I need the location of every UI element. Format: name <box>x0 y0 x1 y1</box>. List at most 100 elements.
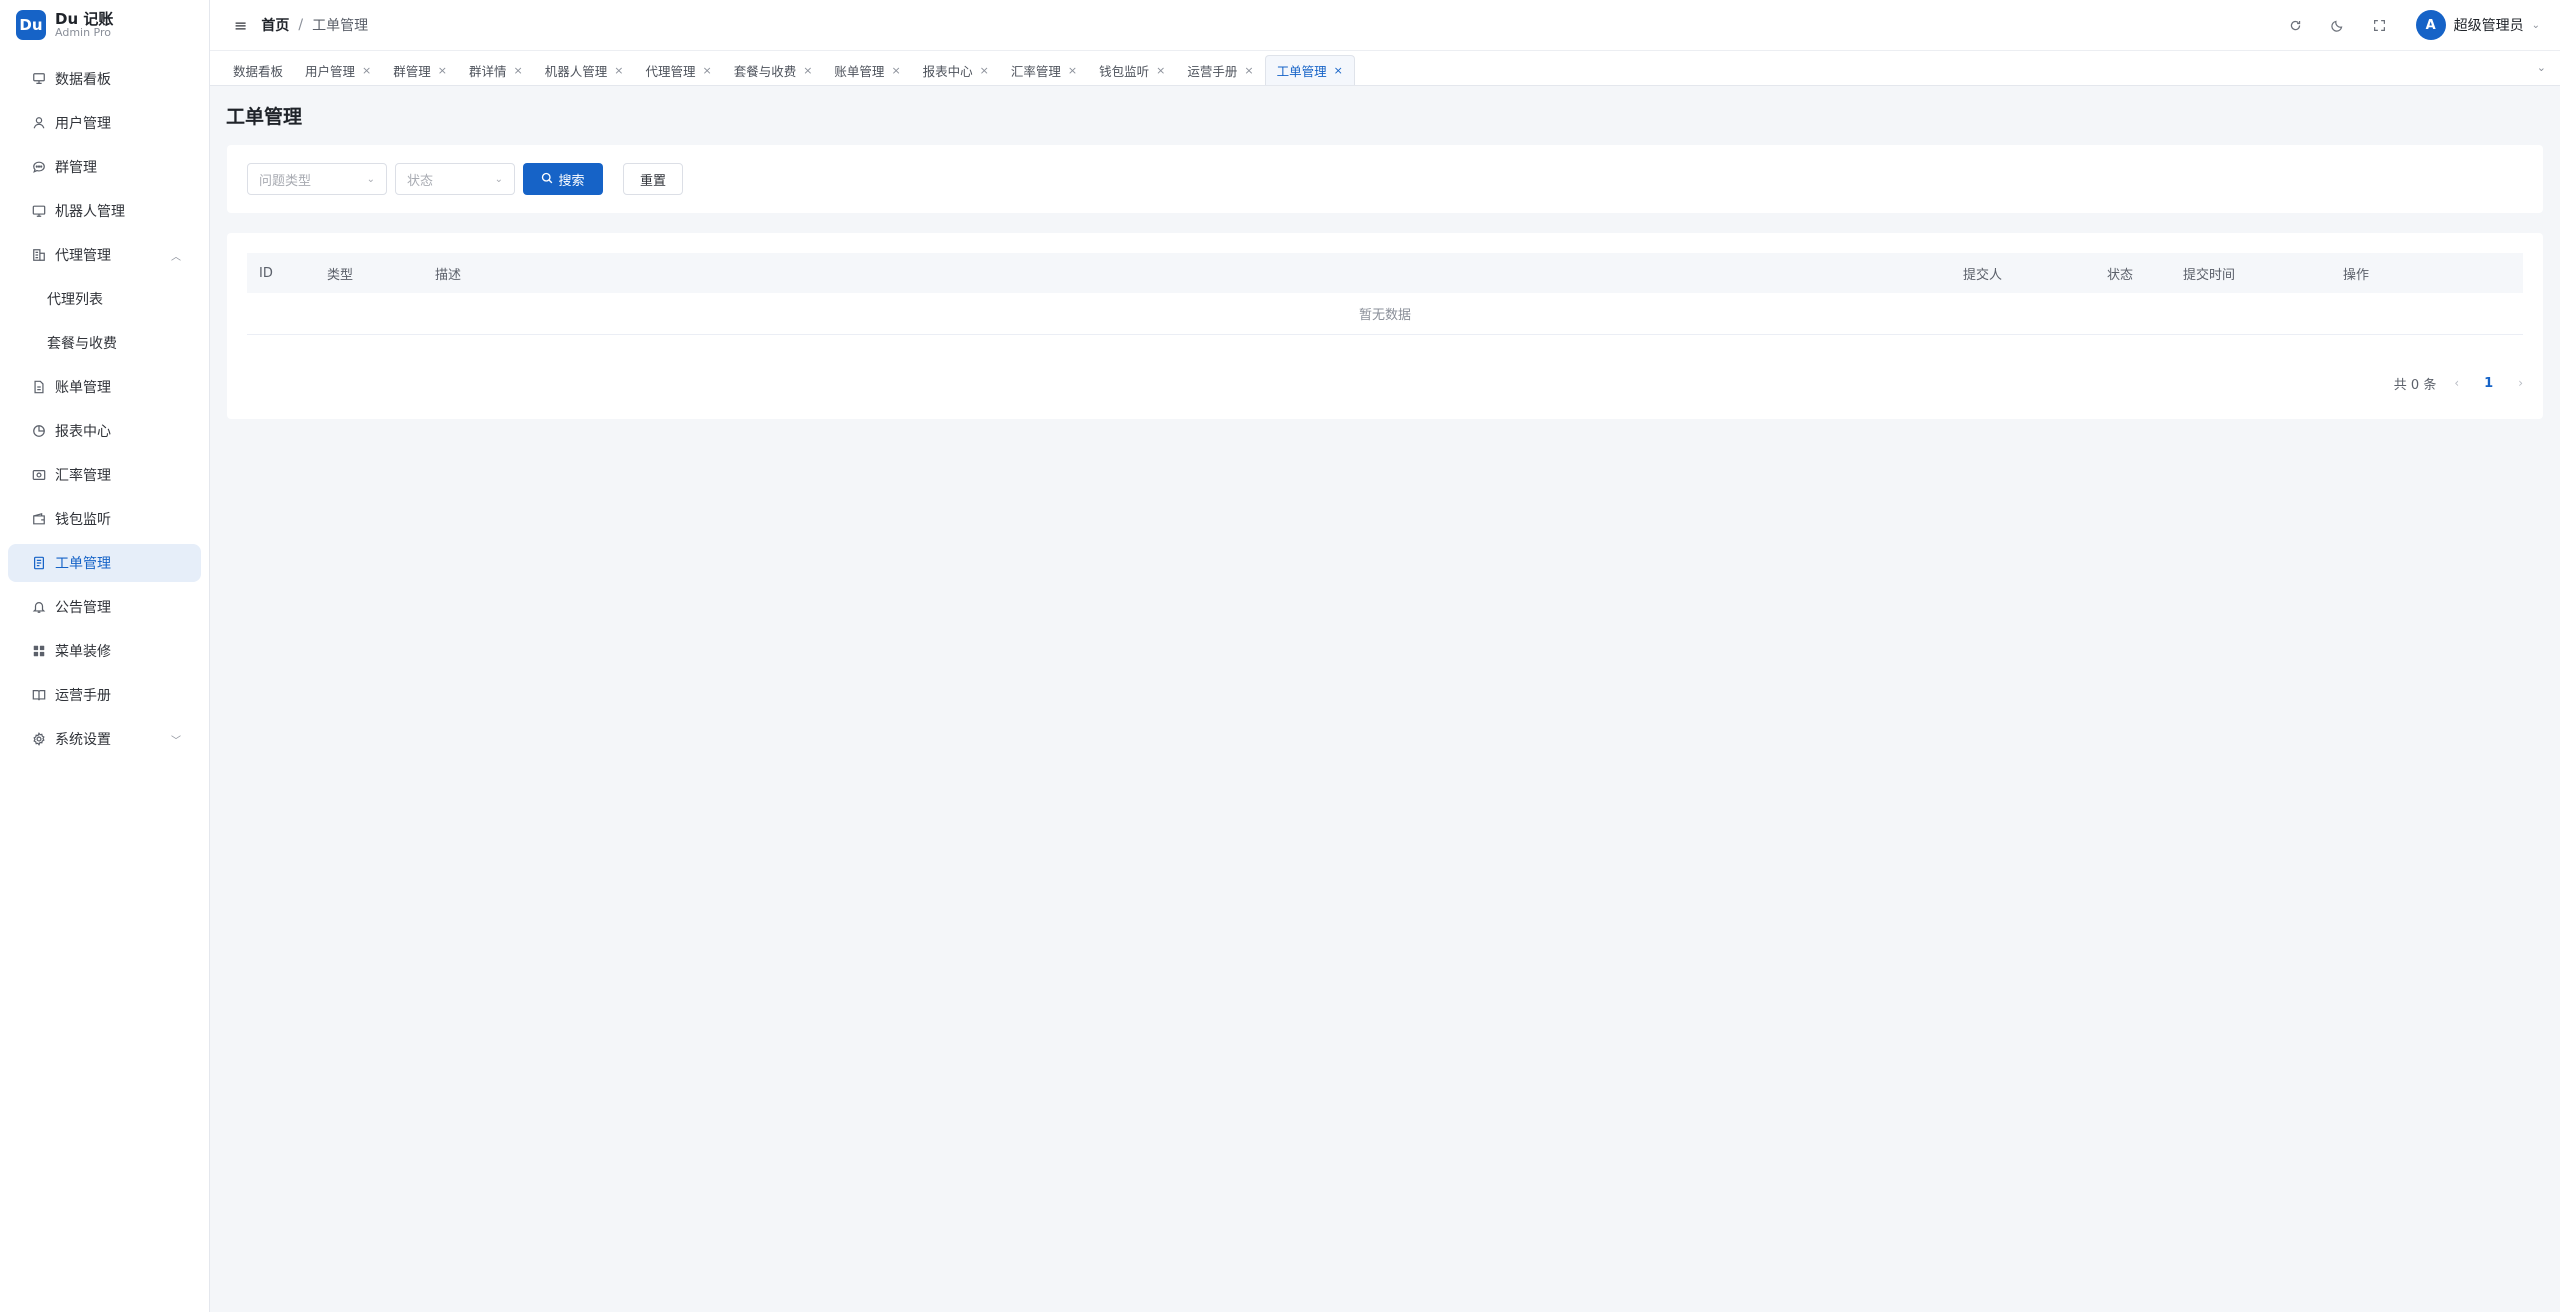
pie-chart-icon <box>31 423 47 439</box>
tab-8[interactable]: 报表中心 × <box>912 55 1000 85</box>
breadcrumb: 首页 / 工单管理 <box>261 15 368 35</box>
close-icon[interactable]: × <box>1334 64 1343 77</box>
sidebar-item-4[interactable]: 代理管理 ︿ <box>8 236 201 274</box>
sidebar-item-10[interactable]: 钱包监听 <box>8 500 201 538</box>
sidebar-item-label: 套餐与收费 <box>47 336 117 352</box>
close-icon[interactable]: × <box>438 64 447 77</box>
sidebar-item-label: 菜单装修 <box>55 644 111 660</box>
user-menu[interactable]: A 超级管理员 ⌄ <box>2415 10 2540 40</box>
issue-type-select[interactable]: 问题类型 ⌄ <box>247 163 387 195</box>
sidebar-item-label: 汇率管理 <box>55 468 111 484</box>
tab-11[interactable]: 运营手册 × <box>1176 55 1264 85</box>
sidebar-item-label: 群管理 <box>55 160 97 176</box>
empty-state: 暂无数据 <box>247 293 2523 335</box>
sidebar-item-label: 代理列表 <box>47 292 103 308</box>
sidebar-item-9[interactable]: 汇率管理 <box>8 456 201 494</box>
tab-6[interactable]: 套餐与收费 × <box>723 55 824 85</box>
tab-label: 套餐与收费 <box>733 63 797 79</box>
issue-type-placeholder: 问题类型 <box>259 173 312 189</box>
breadcrumb-separator: / <box>298 17 304 33</box>
tab-label: 账单管理 <box>834 63 885 79</box>
avatar: A <box>2415 10 2446 40</box>
brand-subtitle: Admin Pro <box>55 26 112 40</box>
column-header: 状态 <box>2107 267 2134 283</box>
column-header: 提交时间 <box>2183 267 2236 283</box>
tab-label: 群详情 <box>468 63 507 79</box>
close-icon[interactable]: × <box>980 64 989 77</box>
tab-1[interactable]: 用户管理 × <box>294 55 382 85</box>
sidebar-item-6[interactable]: 套餐与收费 <box>8 324 201 362</box>
grid-icon <box>31 643 47 659</box>
table-header: ID 类型 描述 提交人 状态 提交时间 操作 <box>247 253 2523 293</box>
sidebar-item-label: 公告管理 <box>55 600 111 616</box>
reset-button[interactable]: 重置 <box>623 163 683 195</box>
sidebar-item-12[interactable]: 公告管理 <box>8 588 201 626</box>
fullscreen-icon[interactable] <box>2370 15 2390 35</box>
tab-label: 用户管理 <box>305 63 356 79</box>
tab-9[interactable]: 汇率管理 × <box>1000 55 1088 85</box>
tab-3[interactable]: 群详情 × <box>458 55 534 85</box>
sidebar-item-2[interactable]: 群管理 <box>8 148 201 186</box>
sidebar-item-1[interactable]: 用户管理 <box>8 104 201 142</box>
tab-label: 群管理 <box>393 63 431 79</box>
sidebar-item-label: 报表中心 <box>55 424 111 440</box>
tab-12[interactable]: 工单管理 × <box>1264 55 1355 85</box>
sidebar-item-11[interactable]: 工单管理 <box>8 544 201 582</box>
dark-mode-icon[interactable] <box>2328 15 2348 35</box>
tab-2[interactable]: 群管理 × <box>382 55 458 85</box>
sidebar-item-13[interactable]: 菜单装修 <box>8 632 201 670</box>
search-button-label: 搜索 <box>558 173 585 189</box>
pagination-total: 共 0 条 <box>2393 377 2437 393</box>
exchange-icon <box>31 467 47 483</box>
brand-logo: Du <box>16 10 46 40</box>
menu-toggle-icon[interactable]: ≡ <box>234 16 247 35</box>
tab-0[interactable]: 数据看板 <box>222 55 294 85</box>
tab-7[interactable]: 账单管理 × <box>823 55 911 85</box>
sidebar-item-14[interactable]: 运营手册 <box>8 676 201 714</box>
sidebar-item-label: 用户管理 <box>55 116 111 132</box>
sidebar-item-5[interactable]: 代理列表 <box>8 280 201 318</box>
chevron-down-icon: ⌄ <box>494 173 503 185</box>
page-title: 工单管理 <box>226 106 303 128</box>
sidebar-item-15[interactable]: 系统设置 ﹀ <box>8 720 201 758</box>
sidebar-item-8[interactable]: 报表中心 <box>8 412 201 450</box>
next-page-icon[interactable]: › <box>2518 376 2523 390</box>
bell-icon <box>31 599 47 615</box>
sidebar-item-label: 账单管理 <box>55 380 111 396</box>
tab-4[interactable]: 机器人管理 × <box>534 55 635 85</box>
brand[interactable]: Du Du 记账 Admin Pro <box>0 0 209 50</box>
close-icon[interactable]: × <box>702 64 711 77</box>
close-icon[interactable]: × <box>614 64 623 77</box>
close-icon[interactable]: × <box>1068 64 1077 77</box>
tab-label: 汇率管理 <box>1010 63 1061 79</box>
tab-5[interactable]: 代理管理 × <box>634 55 722 85</box>
close-icon[interactable]: × <box>1244 64 1253 77</box>
tab-label: 数据看板 <box>233 63 284 79</box>
sidebar-item-3[interactable]: 机器人管理 <box>8 192 201 230</box>
breadcrumb-current: 工单管理 <box>312 18 369 34</box>
sidebar-item-0[interactable]: 数据看板 <box>8 60 201 98</box>
close-icon[interactable]: × <box>514 64 523 77</box>
prev-page-icon[interactable]: ‹ <box>2454 376 2459 390</box>
column-header: 类型 <box>327 267 354 283</box>
search-icon <box>541 172 553 187</box>
close-icon[interactable]: × <box>891 64 900 77</box>
tabs-more-icon[interactable]: ⌄ <box>2537 61 2546 74</box>
document-icon <box>31 379 47 395</box>
breadcrumb-home[interactable]: 首页 <box>261 15 289 35</box>
column-header: 提交人 <box>1963 267 2003 283</box>
page-number[interactable]: 1 <box>2484 376 2493 391</box>
tab-label: 机器人管理 <box>544 63 608 79</box>
sidebar-item-7[interactable]: 账单管理 <box>8 368 201 406</box>
close-icon[interactable]: × <box>803 64 812 77</box>
tab-10[interactable]: 钱包监听 × <box>1088 55 1176 85</box>
chevron-down-icon: ﹀ <box>171 735 181 747</box>
chevron-down-icon: ⌄ <box>2531 19 2540 31</box>
ticket-table-card: ID 类型 描述 提交人 状态 提交时间 操作 暂无数据 共 0 条 ‹ 1 › <box>227 233 2543 419</box>
close-icon[interactable]: × <box>1156 64 1165 77</box>
refresh-icon[interactable] <box>2286 15 2306 35</box>
close-icon[interactable]: × <box>362 64 371 77</box>
pagination: 共 0 条 ‹ 1 › <box>2394 373 2523 393</box>
search-button[interactable]: 搜索 <box>523 163 603 195</box>
status-select[interactable]: 状态 ⌄ <box>395 163 515 195</box>
